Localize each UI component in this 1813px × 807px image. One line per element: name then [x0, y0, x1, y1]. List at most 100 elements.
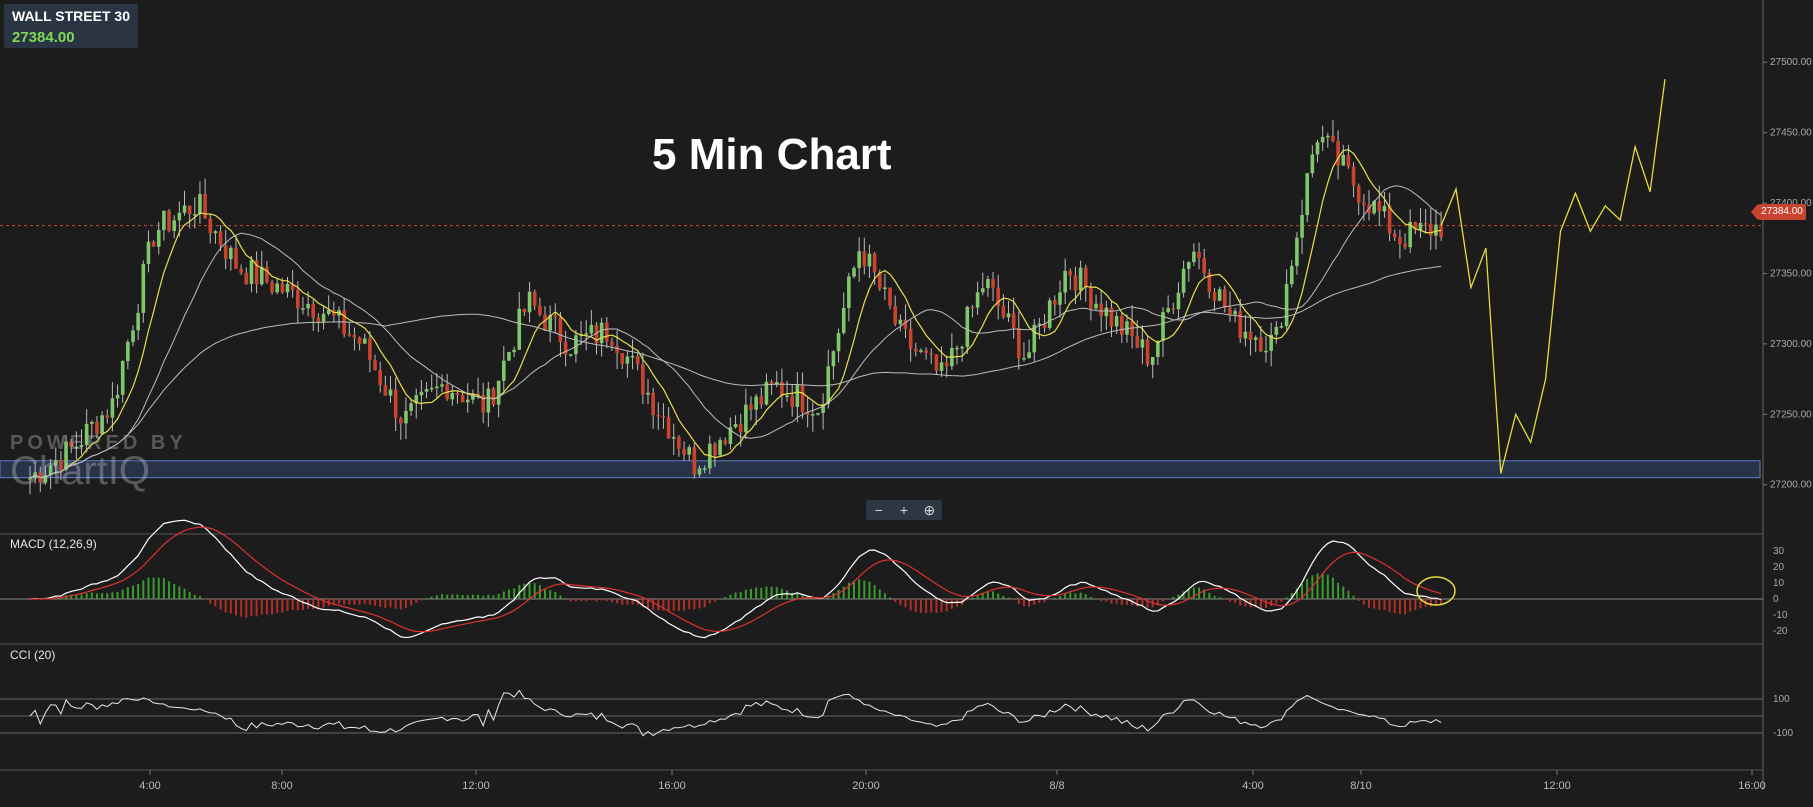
- macd-bar: [477, 594, 480, 599]
- y-tick-label: 27350.00: [1770, 268, 1812, 279]
- macd-bar: [291, 599, 294, 610]
- candle-body: [177, 212, 182, 221]
- macd-bar: [80, 594, 83, 599]
- candle-body: [538, 305, 542, 315]
- macd-bar: [1069, 592, 1072, 599]
- macd-tick-label: -10: [1773, 610, 1788, 621]
- candle-body: [1197, 251, 1201, 259]
- candle-body: [1403, 243, 1407, 248]
- candle-body: [460, 394, 465, 403]
- candle-body: [275, 283, 279, 293]
- macd-bar: [240, 599, 243, 617]
- candle-body: [512, 349, 516, 353]
- macd-bar: [935, 599, 938, 614]
- candle-body: [1382, 205, 1387, 212]
- candle-body: [1212, 292, 1217, 301]
- macd-bar: [265, 599, 268, 615]
- candle-body: [368, 338, 372, 361]
- zoom-in-button[interactable]: +: [893, 502, 915, 518]
- candle-body: [1228, 307, 1232, 315]
- macd-bar: [1208, 592, 1211, 599]
- candle-body: [625, 356, 630, 364]
- macd-bar: [255, 599, 258, 617]
- macd-bar: [1213, 595, 1216, 599]
- candle-body: [563, 341, 568, 355]
- macd-bar: [415, 599, 418, 603]
- macd-bar: [1357, 599, 1360, 601]
- candle-body: [1058, 292, 1062, 305]
- candle-body: [1418, 222, 1423, 230]
- macd-bar: [1342, 586, 1345, 599]
- macd-bar: [147, 577, 150, 599]
- candle-body: [429, 387, 434, 390]
- candle-body: [321, 313, 326, 322]
- macd-histogram: [34, 573, 1443, 618]
- macd-bar: [121, 589, 124, 599]
- candle-body: [697, 468, 702, 475]
- candle-body: [718, 440, 722, 456]
- macd-bar: [374, 599, 377, 606]
- macd-bar: [116, 592, 119, 599]
- macd-bar: [914, 599, 917, 613]
- macd-bar: [482, 595, 485, 599]
- y-tick-label: 27500.00: [1770, 57, 1812, 68]
- candle-body: [465, 399, 470, 403]
- macd-bar: [1084, 594, 1087, 599]
- candle-body: [393, 389, 398, 419]
- macd-bar: [317, 599, 320, 609]
- candle-body: [934, 354, 939, 371]
- candle-body: [1223, 289, 1227, 308]
- candle-body: [800, 384, 805, 413]
- macd-bar: [708, 599, 711, 604]
- chart-title: 5 Min Chart: [652, 130, 892, 179]
- macd-bar: [1043, 599, 1046, 603]
- zoom-reset-icon[interactable]: ⊕: [918, 502, 940, 519]
- candle-body: [193, 214, 197, 216]
- candle-body: [543, 314, 547, 331]
- watermark-line2: ChartIQ: [10, 449, 151, 493]
- macd-bar: [1388, 599, 1391, 612]
- candle-body: [1398, 237, 1402, 244]
- zoom-out-button[interactable]: −: [868, 502, 890, 518]
- macd-bar: [389, 599, 392, 608]
- candle-body: [172, 220, 176, 231]
- support-zone: [0, 460, 1761, 479]
- macd-bar: [1110, 599, 1113, 604]
- candle-body: [744, 404, 748, 433]
- macd-bar: [1120, 599, 1123, 606]
- macd-bar: [348, 599, 351, 605]
- candle-body: [656, 415, 661, 417]
- macd-bar: [281, 599, 284, 613]
- macd-bar: [1393, 599, 1396, 614]
- current-price-label: 27384.00: [1751, 204, 1806, 220]
- chart-canvas[interactable]: 27500.0027450.0027400.0027350.0027300.00…: [0, 0, 1813, 807]
- candle-body: [610, 341, 614, 346]
- candle-body: [1135, 336, 1140, 348]
- macd-bar: [1074, 593, 1077, 599]
- candle-body: [852, 268, 856, 277]
- candle-body: [1171, 308, 1176, 310]
- macd-label: MACD (12,26,9): [10, 537, 97, 551]
- candle-body: [507, 352, 511, 361]
- candle-body: [1109, 307, 1114, 327]
- macd-bar: [585, 599, 588, 602]
- macd-bar: [765, 586, 768, 599]
- candle-body: [486, 388, 491, 413]
- candle-body: [620, 353, 625, 364]
- macd-bar: [384, 599, 387, 608]
- macd-bar: [693, 599, 696, 610]
- macd-bar: [683, 599, 686, 611]
- candle-body: [1130, 321, 1134, 337]
- macd-bar: [889, 597, 892, 599]
- macd-bar: [1434, 599, 1437, 606]
- candle-body: [1202, 258, 1206, 274]
- macd-bar: [276, 599, 279, 614]
- candle-body: [991, 278, 995, 288]
- macd-tick-label: 20: [1773, 562, 1785, 573]
- x-tick-label: 4:00: [1242, 780, 1263, 792]
- macd-bar: [734, 592, 737, 599]
- macd-bar: [173, 584, 176, 599]
- macd-bar: [842, 586, 845, 599]
- candle-body: [862, 251, 867, 267]
- macd-line: [29, 519, 1442, 639]
